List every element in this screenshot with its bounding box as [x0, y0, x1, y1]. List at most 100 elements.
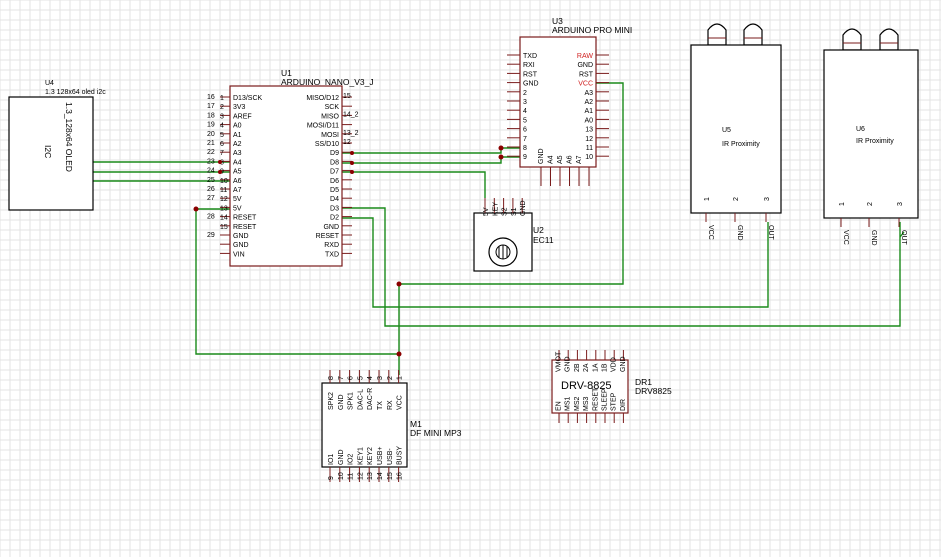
u2-pin-label: S1 — [511, 207, 518, 216]
junction-pm8 — [498, 145, 504, 151]
dr1-drv8825[interactable]: DRV-8825 DR1 DRV8825 VMOT GND 2B 2A 1A 1B VDD G… — [551, 350, 672, 423]
background-grid — [0, 0, 941, 557]
u3-right-pin-label: A2 — [584, 99, 593, 106]
u3-right-pin-label: 12 — [585, 136, 593, 143]
m1-bottom-pin-number: 14 — [377, 472, 384, 480]
u1-right-pin-label: MISO — [321, 113, 339, 120]
u6-emitter-icon — [842, 28, 862, 51]
u1-left-pin-label: 3V3 — [233, 104, 246, 111]
u1-left-pin-index: 15 — [220, 224, 228, 231]
wire-d2-ir5[interactable] — [342, 217, 769, 308]
u3-left-pin-label: TXD — [523, 53, 537, 60]
u1-left-pin-label: A0 — [233, 123, 242, 130]
dr1-bottom-pin-label: SLEEP — [602, 388, 609, 411]
u1-left-pin-label: A7 — [233, 187, 242, 194]
u6-receiver-icon — [879, 28, 899, 51]
m1-top-pin-number: 8 — [328, 376, 335, 380]
u1-right-pin-label: SCK — [325, 104, 340, 111]
u1-left-pin-number: 19 — [207, 122, 215, 129]
u3-right-pin-label: VCC — [578, 81, 593, 88]
u5-value: IR Proximity — [722, 141, 760, 148]
m1-top-pin-label: TX — [377, 401, 384, 410]
u2-pin-label: 5V — [483, 207, 490, 216]
u5-body[interactable] — [690, 44, 782, 214]
u2-value: EC11 — [533, 235, 554, 245]
m1-bottom-pin-number: 13 — [367, 472, 374, 480]
m1-bottom-pin-number: 11 — [348, 473, 355, 480]
u1-left-pin-number: 28 — [207, 214, 215, 221]
u1-left-pin-index: 6 — [220, 141, 224, 148]
u1-right-pin-label: D9 — [330, 150, 339, 157]
u6-pin-number: 2 — [867, 202, 874, 206]
junction-d9 — [350, 151, 354, 155]
u3-left-pin-label: 7 — [523, 136, 527, 143]
dr1-top-pin-label: 1B — [602, 363, 609, 372]
u3-bottom-pin-label: GND — [538, 148, 545, 164]
u4-body-label-i2c: I2C — [43, 145, 53, 158]
u3-bottom-pin-label: A5 — [557, 155, 564, 164]
wire-d3-ir6[interactable] — [342, 207, 901, 327]
u3-right-pin-label: A3 — [584, 90, 593, 97]
wire-d7-encoder[interactable] — [342, 171, 486, 198]
u1-left-pin-index: 4 — [220, 123, 224, 130]
u1-left-pin-number: 25 — [207, 177, 215, 184]
m1-bottom-pin-number: 10 — [338, 472, 345, 480]
u1-right-pin-label: TXD — [325, 251, 339, 258]
u5-receiver-icon — [743, 23, 763, 46]
u1-left-pin-number: 17 — [207, 103, 215, 110]
u1-right-pin-label: D3 — [330, 205, 339, 212]
u2-pin-label: GND — [520, 200, 527, 216]
u6-pin-number: 3 — [897, 202, 904, 206]
u3-left-pin-label: 5 — [523, 117, 527, 124]
u3-right-pin-label: RAW — [577, 53, 593, 60]
u1-left-pin-index: 10 — [220, 178, 228, 185]
u1-right-pin-label: D7 — [330, 169, 339, 176]
u3-bottom-pin-label: A4 — [548, 155, 555, 164]
u1-left-pin-number: 27 — [207, 195, 215, 202]
dr1-top-pin-label: 2A — [583, 363, 590, 372]
u1-left-pin-number: 16 — [207, 94, 215, 101]
u5-ir-proximity[interactable]: U5 IR Proximity 1 VCC 2 GND 3 OUT — [690, 23, 782, 241]
junction-mp3-vcc — [396, 351, 402, 357]
schematic-canvas[interactable]: U4 1.3 128x64 oled i2c 1.3_128x64 OLED I… — [0, 0, 941, 557]
u1-arduino-nano[interactable]: U1 ARDUINO_NANO_V3_J D13/SCK16 13V317 2ARE… — [207, 68, 374, 267]
m1-bottom-pin-label: IO2 — [348, 454, 355, 465]
u1-left-pin-label: RESET — [233, 224, 257, 231]
m1-bottom-pin-number: 16 — [397, 472, 404, 480]
u2-pin-label: S2 — [502, 207, 509, 216]
junction-a5 — [218, 170, 222, 174]
u1-right-pin-label: RXD — [324, 242, 339, 249]
m1-bottom-pin-label: USB+ — [377, 447, 384, 465]
u3-left-pin-label: GND — [523, 81, 539, 88]
dr1-bottom-pin-label: MS3 — [583, 397, 590, 412]
u3-left-pin-label: 2 — [523, 90, 527, 97]
u3-left-pin-label: RXI — [523, 62, 535, 69]
u1-left-pin-index: 5 — [220, 132, 224, 139]
dr1-bottom-pin-label: MS2 — [574, 397, 581, 412]
u4-oled-module[interactable]: U4 1.3 128x64 oled i2c 1.3_128x64 OLED I… — [8, 80, 106, 211]
junction-pm9 — [498, 154, 504, 160]
dr1-top-pin-label: GND — [565, 356, 572, 372]
u1-right-pin-label: D6 — [330, 178, 339, 185]
u6-body[interactable] — [823, 49, 919, 219]
u1-left-pin-label: D13/SCK — [233, 95, 263, 102]
u1-right-pin-label: MOSI — [321, 132, 339, 139]
m1-df-mini-mp3[interactable]: M1 DF MINI MP3 SPK28GND7SPK16DAC-L5DAC-R… — [321, 370, 462, 482]
u3-left-pin-label: 4 — [523, 108, 527, 115]
dr1-top-pin-label: VDD — [611, 357, 618, 372]
u3-right-pin-label: 11 — [586, 145, 593, 152]
u5-pin-number: 1 — [704, 197, 711, 201]
m1-top-pin-label: VCC — [397, 395, 404, 410]
u2-ref: U2 — [533, 225, 544, 235]
dr1-bottom-pin-label: EN — [556, 401, 563, 411]
junction-d8 — [350, 161, 354, 165]
u1-left-pin-index: 11 — [220, 187, 227, 194]
u6-ir-proximity[interactable]: U6 IR Proximity 1 VCC 2 GND 3 OUT — [823, 28, 919, 246]
u1-right-pin-label: MOSI/D11 — [307, 123, 339, 130]
m1-bottom-pin-label: BUSY — [397, 446, 404, 465]
u1-right-pin-label: MISO/D12 — [306, 95, 339, 102]
u1-left-pin-number: 20 — [207, 131, 215, 138]
u1-left-pin-number: 29 — [207, 232, 215, 239]
u4-ref: U4 — [45, 80, 54, 87]
dr1-bottom-pin-label: RESET — [592, 387, 599, 411]
